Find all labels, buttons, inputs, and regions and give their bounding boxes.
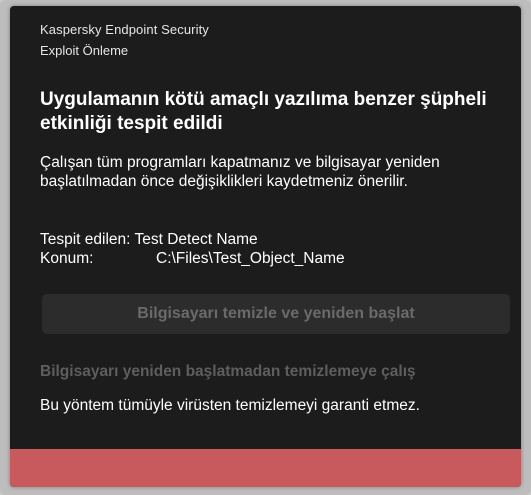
location-label: Konum:: [40, 250, 94, 267]
app-name: Kaspersky Endpoint Security: [40, 22, 209, 37]
detection-details: Tespit edilen: Test Detect Name Konum: C…: [40, 230, 345, 268]
notification-headline: Uygulamanın kötü amaçlı yazılıma benzer …: [40, 89, 487, 134]
component-name: Exploit Önleme: [40, 43, 129, 58]
notification-frame: Kaspersky Endpoint Security Exploit Önle…: [0, 0, 531, 495]
disinfect-and-restart-button[interactable]: Bilgisayarı temizle ve yeniden başlat: [42, 294, 510, 334]
threat-accent-bar: [10, 449, 521, 487]
detected-value: Test Detect Name: [134, 231, 258, 248]
warning-text: Bu yöntem tümüyle virüsten temizlemeyi g…: [40, 397, 420, 414]
location-value: C:\Files\Test_Object_Name: [156, 250, 345, 267]
location-row: Konum: C:\Files\Test_Object_Name: [40, 249, 345, 268]
threat-notification-popup: Kaspersky Endpoint Security Exploit Önle…: [10, 6, 521, 487]
detected-row: Tespit edilen: Test Detect Name: [40, 230, 345, 249]
detected-label: Tespit edilen:: [40, 231, 131, 248]
disinfect-without-restart-link[interactable]: Bilgisayarı yeniden başlatmadan temizlem…: [40, 363, 416, 381]
notification-description: Çalışan tüm programları kapatmanız ve bi…: [40, 154, 440, 190]
